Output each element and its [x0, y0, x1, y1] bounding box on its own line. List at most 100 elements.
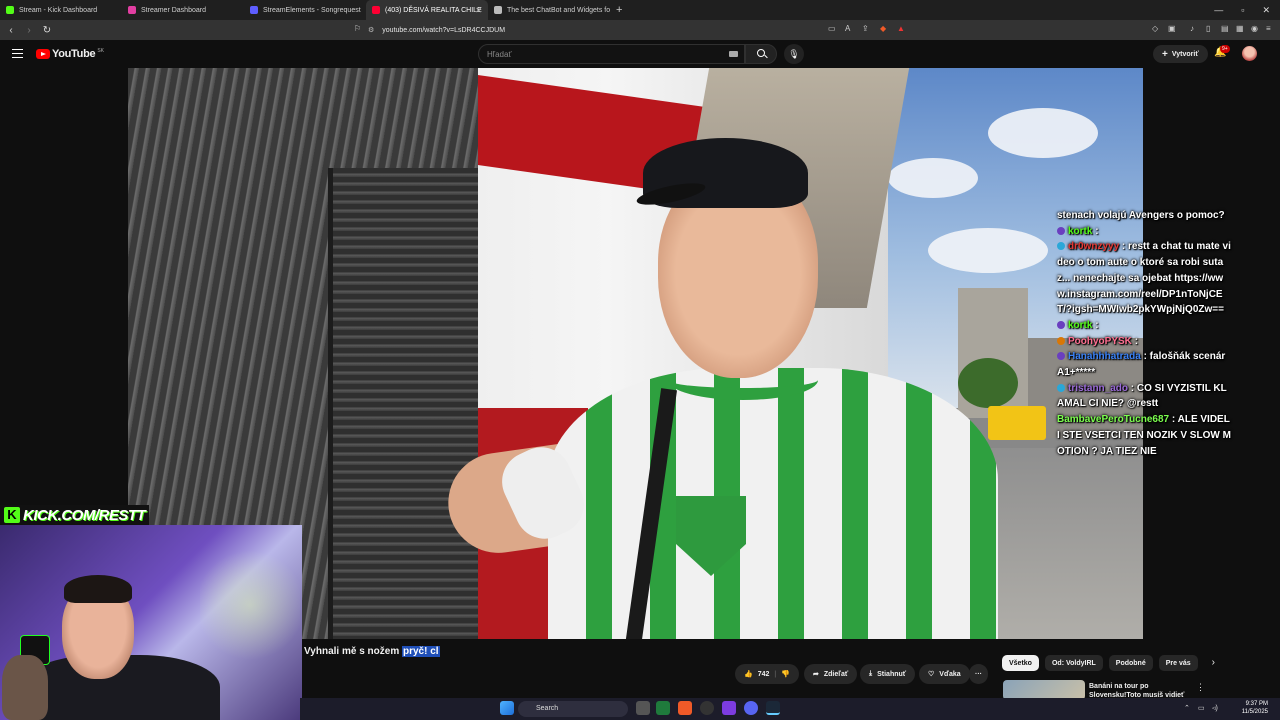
translate-icon[interactable]: A: [845, 24, 850, 33]
keyboard-icon[interactable]: [729, 51, 738, 57]
kebab-menu-icon[interactable]: ⋮: [1196, 682, 1205, 693]
sidebar-icon[interactable]: ▯: [1206, 24, 1210, 33]
browser-tab[interactable]: The best ChatBot and Widgets for K: [488, 0, 610, 20]
windows-start-icon[interactable]: [500, 701, 514, 715]
maximize-button[interactable]: ▫: [1241, 5, 1244, 16]
tab-favicon-icon: [372, 6, 380, 14]
obs-icon[interactable]: [700, 701, 714, 715]
chat-message: kortk :: [1057, 318, 1232, 334]
kick-channel-banner: K KICK.COM/RESTT: [0, 505, 150, 525]
steam-icon[interactable]: [766, 701, 780, 715]
url-bar[interactable]: ⚙ youtube.com/watch?v=LsDR4CCJDUM: [368, 23, 818, 37]
download-button[interactable]: ⤓ Stiahnuť: [860, 664, 916, 684]
brave-shield-icon[interactable]: ◆: [880, 24, 886, 33]
brave-browser-icon[interactable]: [678, 701, 692, 715]
back-icon[interactable]: ‹: [4, 25, 18, 36]
thanks-icon: ♡: [928, 671, 935, 678]
network-icon[interactable]: ▭: [1198, 704, 1205, 712]
cloud: [988, 108, 1098, 158]
site-info-icon[interactable]: ⚙: [368, 26, 374, 34]
tab-favicon-icon: [6, 6, 14, 14]
chevron-right-icon[interactable]: ›: [1204, 655, 1223, 671]
search-placeholder: Hľadať: [487, 50, 512, 59]
menu-icon[interactable]: ≡: [1266, 24, 1271, 33]
chip-for-you[interactable]: Pre vás: [1158, 655, 1198, 671]
tab-label: Stream - Kick Dashboard: [19, 6, 98, 14]
more-actions-button[interactable]: ···: [969, 664, 988, 684]
chat-text: :: [1095, 319, 1099, 331]
microphone-icon: 🎙: [788, 49, 800, 59]
tabs-icon[interactable]: ▤: [1221, 24, 1229, 33]
browser-tab[interactable]: Streamer Dashboard: [122, 0, 244, 20]
browser-tab[interactable]: Stream - Kick Dashboard: [0, 0, 122, 20]
extension-icon[interactable]: ◇: [1152, 24, 1158, 33]
like-button[interactable]: 👍 742 | 👎: [735, 664, 800, 684]
share-page-icon[interactable]: ⇪: [862, 24, 869, 33]
chat-badge-icon: [1057, 242, 1065, 251]
music-icon[interactable]: ♪: [1190, 24, 1194, 33]
brave-rewards-icon[interactable]: ▲: [897, 24, 905, 33]
country-code: SK: [97, 48, 104, 54]
search-button[interactable]: [745, 44, 777, 64]
more-icon: ···: [975, 670, 982, 678]
chip-from-channel[interactable]: Od: VoldyIRL: [1044, 655, 1103, 671]
chat-badge-icon: [1057, 226, 1065, 235]
user-avatar[interactable]: [1242, 46, 1257, 61]
download-icon: ⤓: [869, 670, 873, 677]
tab-favicon-icon: [494, 6, 502, 14]
like-count: 742: [757, 670, 770, 678]
taskbar-search-label: Search: [536, 705, 559, 712]
clock-time: 9:37 PM: [1245, 701, 1268, 707]
reload-icon[interactable]: ↻: [40, 25, 54, 36]
youtube-play-icon: [36, 49, 50, 59]
cast-icon[interactable]: ▭: [828, 24, 836, 33]
lamp-glow: [200, 545, 300, 665]
hamburger-menu-icon[interactable]: [12, 49, 23, 58]
chat-username: BambavePeroTucne687: [1057, 414, 1170, 426]
screenshot-icon[interactable]: ▣: [1168, 24, 1176, 33]
chip-all[interactable]: Všetko: [1002, 655, 1039, 671]
window-controls: — ▫ ✕: [1214, 5, 1280, 16]
new-tab-button[interactable]: +: [610, 4, 628, 16]
kick-channel-url: KICK.COM/RESTT: [23, 506, 146, 524]
webcam-overlay: [0, 525, 302, 720]
voice-search-button[interactable]: 🎙: [784, 44, 804, 64]
system-clock[interactable]: 9:37 PM 11/5/2025: [1242, 700, 1268, 716]
search-icon: [757, 49, 765, 57]
thanks-button[interactable]: ♡ Vďaka: [919, 664, 970, 684]
address-bar-row: ‹ › ↻ ⚐ ⚙ youtube.com/watch?v=LsDR4CCJDU…: [0, 20, 1280, 40]
chat-username: dr0wnzyyy: [1068, 241, 1120, 253]
discord-icon[interactable]: [744, 701, 758, 715]
app-icon[interactable]: [722, 701, 736, 715]
volume-icon[interactable]: ◃): [1212, 704, 1218, 712]
wallet-icon[interactable]: ▦: [1236, 24, 1244, 33]
chip-related[interactable]: Podobné: [1108, 655, 1153, 671]
vpn-icon[interactable]: ◉: [1251, 24, 1258, 33]
suggested-thumbnail[interactable]: [1003, 680, 1085, 700]
thumbs-down-icon[interactable]: 👎: [781, 670, 790, 678]
taskbar-search[interactable]: Search: [518, 701, 628, 717]
task-view-icon[interactable]: [636, 701, 650, 715]
search-input[interactable]: Hľadať: [478, 44, 745, 64]
browser-tab[interactable]: StreamElements - Songrequest: [244, 0, 366, 20]
app-icon[interactable]: [656, 701, 670, 715]
create-button[interactable]: + Vytvoriť: [1153, 45, 1208, 63]
chat-text: :: [1134, 335, 1139, 347]
bookmark-icon[interactable]: ⚐: [354, 24, 361, 33]
minimize-button[interactable]: —: [1214, 5, 1223, 16]
green-white-jersey: [548, 368, 998, 639]
video-title-text: Vyhnali mě s nožem: [304, 646, 400, 657]
chat-text: : restt a chat tu mate video o tom aute …: [1057, 241, 1231, 316]
close-tab-icon[interactable]: ✕: [475, 6, 482, 15]
tray-chevron-icon[interactable]: ⌃: [1184, 704, 1190, 712]
forward-icon[interactable]: ›: [22, 25, 36, 36]
video-title: Vyhnali mě s nožem pryč! cl: [304, 646, 440, 657]
tab-favicon-icon: [128, 6, 136, 14]
youtube-logo[interactable]: YouTube SK: [36, 48, 104, 60]
share-button[interactable]: ➦ Zdieľať: [804, 664, 858, 684]
browser-tab[interactable]: (403) DĚSIVÁ REALITA CHILE ✕: [366, 0, 488, 20]
notification-count-badge: 9+: [1220, 45, 1230, 53]
cloud: [928, 228, 1048, 273]
chat-message: tristann_ado : CO SI VYZISTIL KLAMAL CI …: [1057, 381, 1232, 412]
close-window-button[interactable]: ✕: [1262, 5, 1270, 16]
